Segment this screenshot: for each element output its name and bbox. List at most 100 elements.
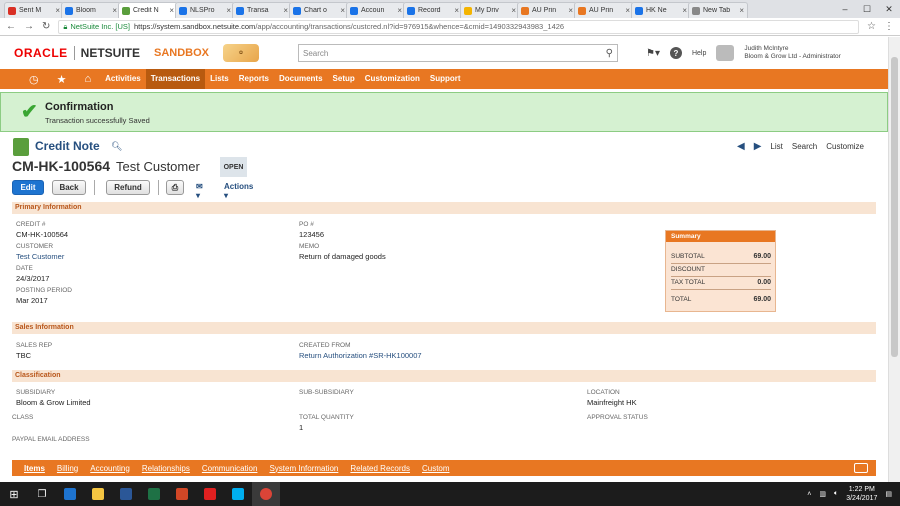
subtab-relationships[interactable]: Relationships [136, 464, 196, 473]
tab-close-icon[interactable]: × [283, 6, 288, 15]
close-window-icon[interactable]: ✕ [878, 4, 900, 15]
recent-icon[interactable]: ◷ [20, 73, 48, 86]
nav-item-support[interactable]: Support [425, 69, 466, 89]
browser-tab[interactable]: Transa × [232, 2, 292, 18]
tab-favicon-icon [293, 6, 301, 15]
subtab-accounting[interactable]: Accounting [84, 464, 136, 473]
tab-close-icon[interactable]: × [397, 6, 402, 15]
tab-close-icon[interactable]: × [682, 6, 687, 15]
network-icon[interactable]: ▥ [819, 490, 826, 498]
star-icon[interactable]: ☆ [867, 21, 876, 32]
nav-item-documents[interactable]: Documents [274, 69, 328, 89]
nav-item-setup[interactable]: Setup [328, 69, 360, 89]
subtab-communication[interactable]: Communication [196, 464, 264, 473]
tab-close-icon[interactable]: × [511, 6, 516, 15]
help-icon[interactable]: ? [669, 47, 682, 59]
nav-item-reports[interactable]: Reports [234, 69, 274, 89]
tab-close-icon[interactable]: × [112, 6, 117, 15]
tab-close-icon[interactable]: × [169, 6, 174, 15]
minimize-icon[interactable]: – [834, 4, 856, 14]
section-classification[interactable]: Classification [12, 370, 876, 382]
browser-tab[interactable]: Bloom × [61, 2, 121, 18]
help-link[interactable]: Help [692, 50, 706, 57]
browser-tab[interactable]: AU Prin × [517, 2, 577, 18]
tab-close-icon[interactable]: × [625, 6, 630, 15]
browser-tab[interactable]: Chart o × [289, 2, 349, 18]
forward-arrow-icon[interactable]: → [24, 21, 34, 32]
list-link[interactable]: List [770, 142, 782, 151]
browser-tab[interactable]: Accoun × [346, 2, 406, 18]
edit-button[interactable]: Edit [12, 180, 44, 195]
favorites-star-icon[interactable]: ★ [48, 73, 76, 86]
browser-tab[interactable]: AU Prin × [574, 2, 634, 18]
edge-icon[interactable] [56, 482, 84, 506]
subtab-custom[interactable]: Custom [416, 464, 456, 473]
section-sales-information[interactable]: Sales Information [12, 322, 876, 334]
home-icon[interactable]: ⌂ [75, 73, 100, 85]
browser-tab[interactable]: NLSPro × [175, 2, 235, 18]
next-record-icon[interactable]: ▶ [754, 141, 762, 152]
print-icon[interactable]: ⎙ [166, 180, 184, 195]
tab-close-icon[interactable]: × [568, 6, 573, 15]
back-button[interactable]: Back [52, 180, 86, 195]
global-search-input[interactable]: Search ⚲ [298, 44, 618, 62]
record-search-icon[interactable]: 🔍︎ [111, 141, 122, 152]
window-controls: – ☐ ✕ [834, 0, 900, 18]
browser-tab[interactable]: New Tab × [688, 2, 748, 18]
acrobat-icon[interactable] [196, 482, 224, 506]
search-icon[interactable]: ⚲ [606, 48, 613, 59]
reload-icon[interactable]: ↻ [42, 21, 50, 32]
clock[interactable]: 1:22 PM 3/24/2017 [846, 485, 877, 503]
browser-tab[interactable]: My Driv × [460, 2, 520, 18]
nav-item-activities[interactable]: Activities [100, 69, 146, 89]
customer-link[interactable]: Test Customer [16, 252, 64, 261]
volume-icon[interactable]: 🔈︎ [834, 490, 838, 498]
search-link[interactable]: Search [792, 142, 817, 151]
explorer-icon[interactable] [84, 482, 112, 506]
refund-button[interactable]: Refund [106, 180, 150, 195]
menu-icon[interactable]: ⋮ [884, 21, 894, 32]
back-arrow-icon[interactable]: ← [6, 21, 16, 32]
task-view-icon[interactable]: ❐ [28, 482, 56, 506]
tab-close-icon[interactable]: × [226, 6, 231, 15]
browser-tab[interactable]: Credit N × [118, 2, 178, 18]
expand-subtabs-icon[interactable] [854, 463, 868, 473]
vertical-scrollbar[interactable] [888, 37, 900, 482]
avatar[interactable] [716, 45, 735, 61]
po-value: 123456 [299, 230, 325, 239]
customize-link[interactable]: Customize [826, 142, 864, 151]
subtab-system-information[interactable]: System Information [263, 464, 344, 473]
nav-item-lists[interactable]: Lists [205, 69, 234, 89]
tab-close-icon[interactable]: × [739, 6, 744, 15]
excel-icon[interactable] [140, 482, 168, 506]
subtab-items[interactable]: Items [18, 464, 51, 473]
tab-close-icon[interactable]: × [55, 6, 60, 15]
tab-close-icon[interactable]: × [340, 6, 345, 15]
url-field[interactable]: 🔒︎ NetSuite Inc. [US] https://system.san… [58, 19, 860, 34]
word-icon[interactable] [112, 482, 140, 506]
scrollbar-thumb[interactable] [891, 57, 898, 357]
clock-date: 3/24/2017 [846, 495, 878, 502]
previous-record-icon[interactable]: ◀ [737, 141, 745, 152]
skype-icon[interactable] [224, 482, 252, 506]
email-icon[interactable]: ✉▾ [196, 182, 203, 200]
maximize-icon[interactable]: ☐ [856, 4, 878, 15]
windows-start-icon[interactable]: ⊞ [0, 482, 28, 506]
browser-tab[interactable]: Record × [403, 2, 463, 18]
subtab-related-records[interactable]: Related Records [344, 464, 416, 473]
powerpoint-icon[interactable] [168, 482, 196, 506]
nav-item-customization[interactable]: Customization [360, 69, 425, 89]
notifications-icon[interactable]: ▤ [885, 490, 892, 498]
tab-close-icon[interactable]: × [454, 6, 459, 15]
nav-item-transactions[interactable]: Transactions [145, 69, 206, 89]
tray-chevron-icon[interactable]: ˄ [807, 491, 811, 498]
section-primary-information[interactable]: Primary Information [12, 202, 876, 214]
browser-tab[interactable]: Sent M × [4, 2, 64, 18]
created-from-link[interactable]: Return Authorization #SR-HK100007 [299, 351, 422, 360]
chrome-icon[interactable] [252, 482, 280, 506]
user-menu[interactable]: Judith McIntyre Bloom & Grow Ltd - Admin… [744, 45, 840, 61]
recent-records-icon[interactable]: ⚑▾ [646, 48, 660, 59]
browser-tab[interactable]: HK Ne × [631, 2, 691, 18]
subtab-billing[interactable]: Billing [51, 464, 84, 473]
actions-menu[interactable]: Actions ▾ [224, 182, 253, 200]
